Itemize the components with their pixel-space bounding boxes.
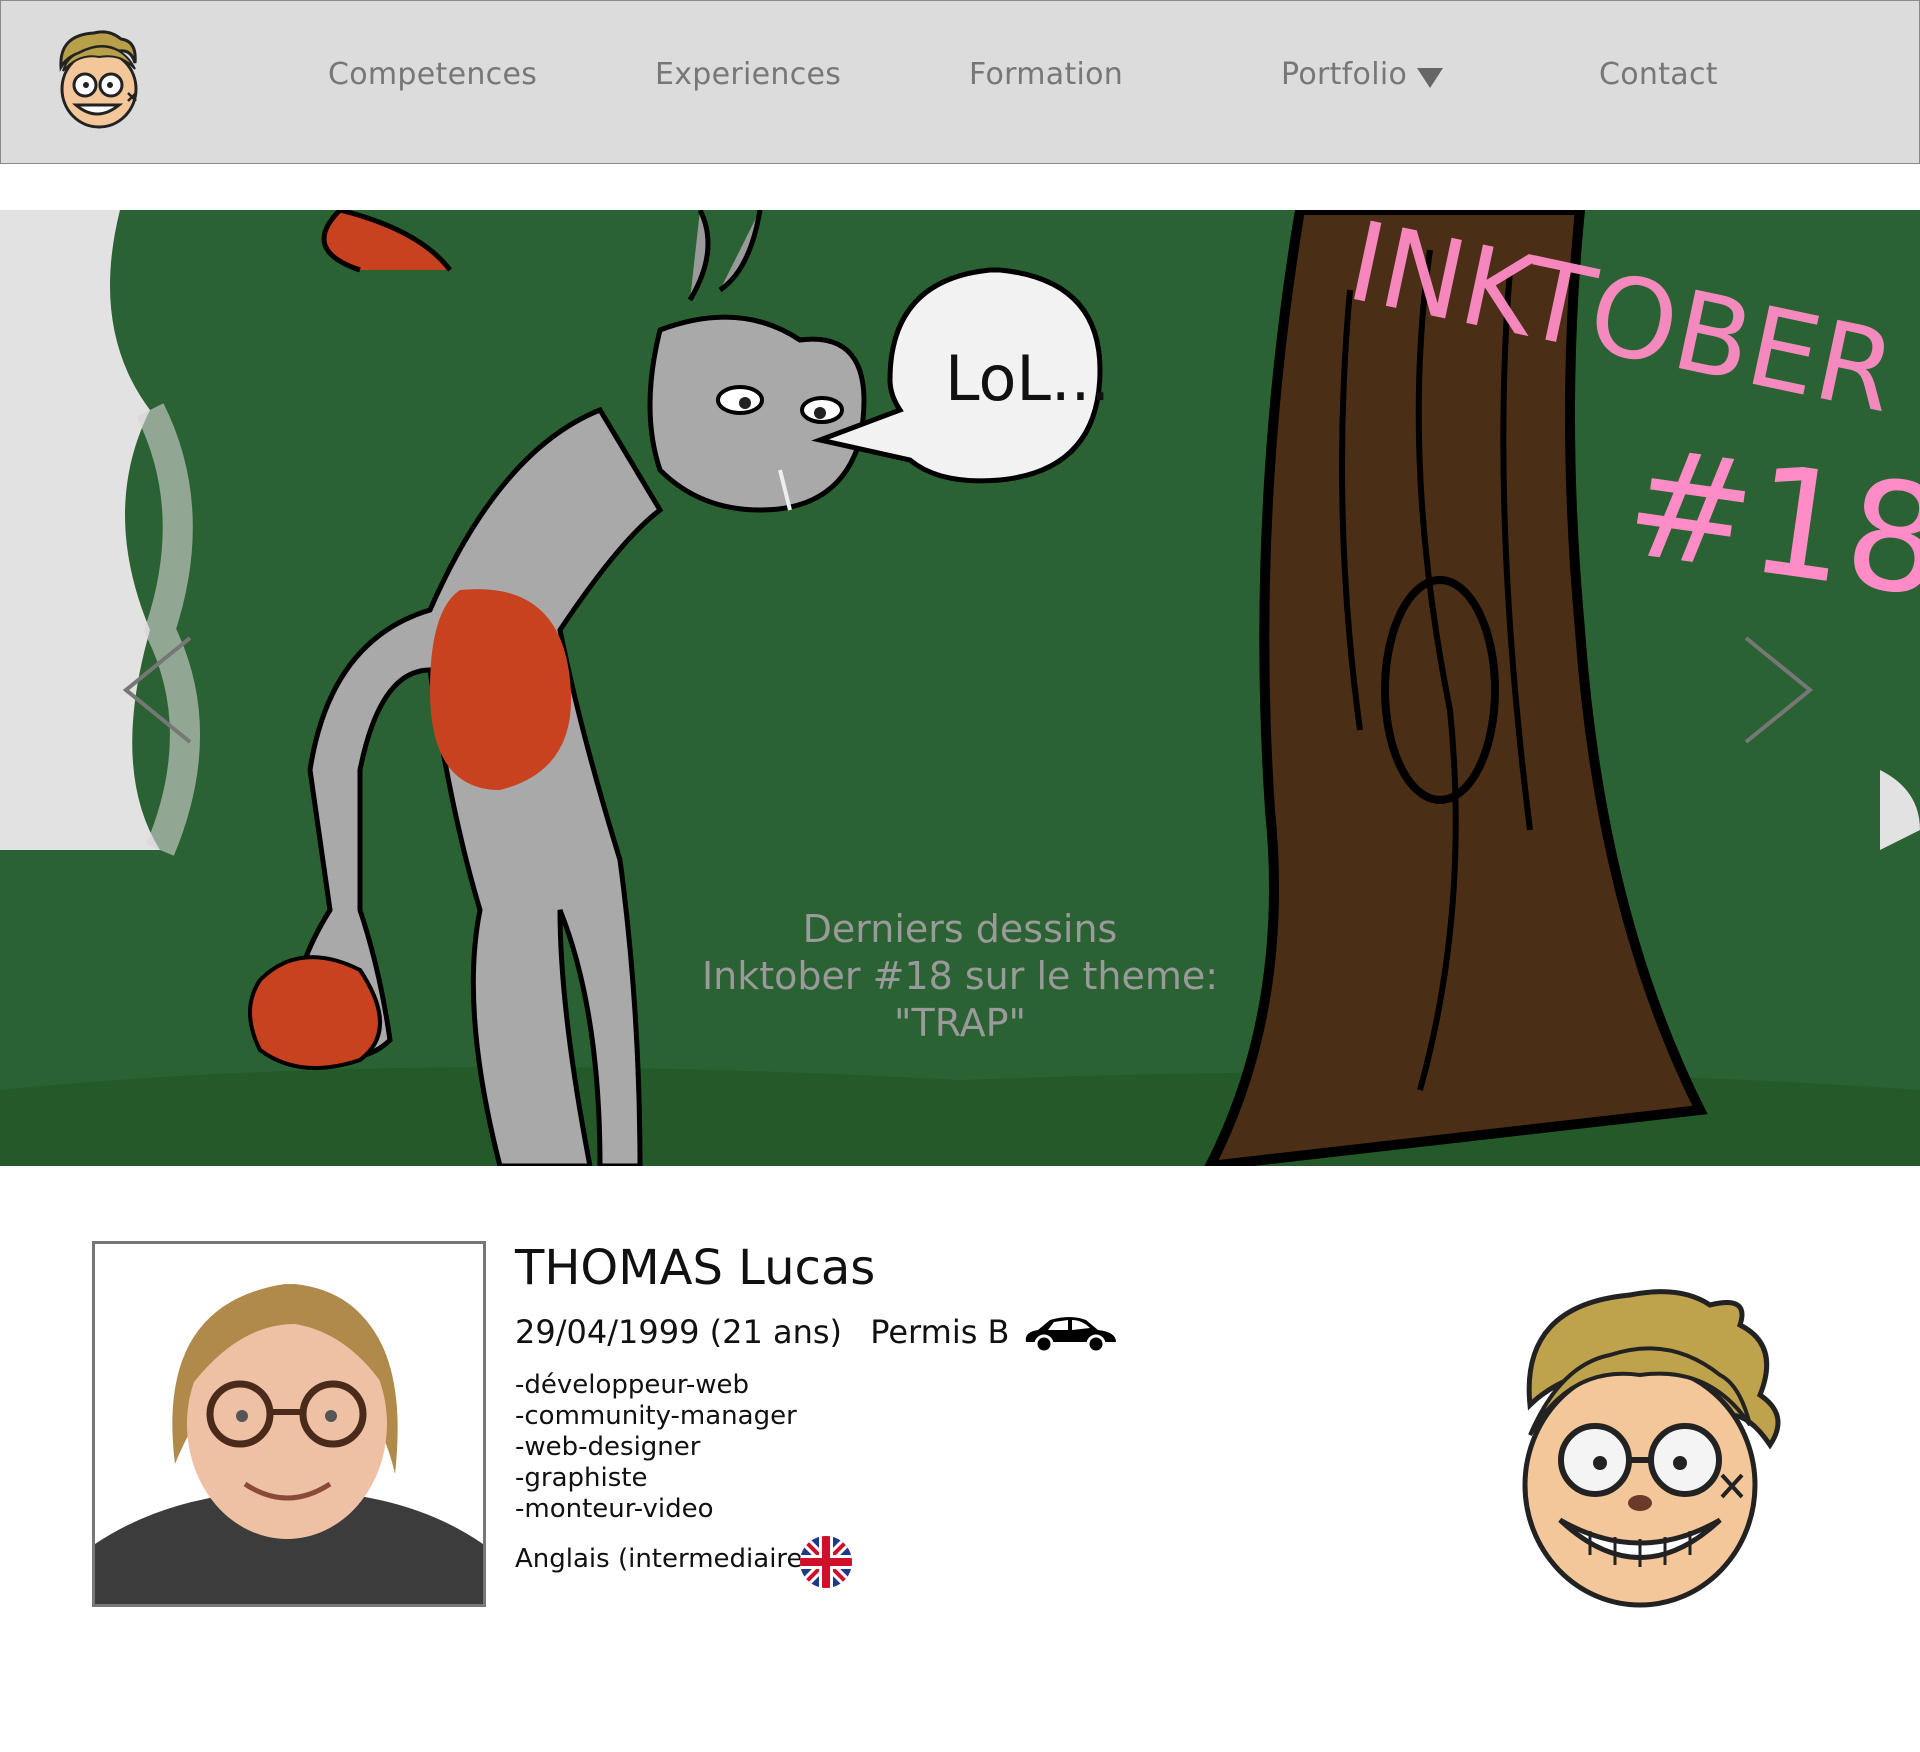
hero-carousel: INKTOBER #18 LoL... Derniers dessins Ink…	[0, 210, 1920, 1166]
role-item: -web-designer	[515, 1432, 701, 1462]
carousel-next-button[interactable]	[1738, 630, 1818, 750]
chevron-right-icon	[1744, 636, 1814, 744]
caption-line-2: Inktober #18 sur le theme:	[701, 954, 1219, 998]
dropdown-caret-icon	[1417, 61, 1444, 96]
uk-flag-icon	[799, 1535, 853, 1593]
profile-language: Anglais (intermediaire)	[515, 1544, 813, 1574]
profile-name: THOMAS Lucas	[515, 1240, 876, 1296]
nav-item-portfolio[interactable]: Portfolio	[1281, 57, 1444, 96]
profile-birthdate: 29/04/1999 (21 ans)	[515, 1313, 843, 1351]
nav-item-contact[interactable]: Contact	[1599, 57, 1718, 92]
top-navbar: Competences Experiences Formation Portfo…	[0, 0, 1920, 164]
carousel-prev-button[interactable]	[118, 630, 198, 750]
carousel-caption: Derniers dessins Inktober #18 sur le the…	[560, 906, 1360, 1047]
car-icon	[1022, 1314, 1118, 1358]
nav-item-experiences[interactable]: Experiences	[655, 57, 841, 92]
role-item: -développeur-web	[515, 1370, 750, 1400]
role-item: -monteur-video	[515, 1494, 714, 1524]
nav-item-portfolio-label: Portfolio	[1281, 57, 1408, 92]
profile-roles-list: -développeur-web -community-manager -web…	[515, 1370, 797, 1525]
speech-bubble-text: LoL...	[945, 342, 1110, 415]
profile-photo	[92, 1241, 486, 1607]
profile-birth-license: 29/04/1999 (21 ans) Permis B	[515, 1313, 1028, 1351]
role-item: -community-manager	[515, 1401, 797, 1431]
cartoon-avatar	[1500, 1285, 1790, 1619]
chevron-left-icon	[122, 636, 192, 744]
caption-line-1: Derniers dessins	[802, 907, 1118, 951]
profile-license: Permis B	[870, 1313, 1010, 1351]
avatar-logo[interactable]	[49, 27, 149, 137]
nav-item-competences[interactable]: Competences	[328, 57, 537, 92]
caption-line-3: "TRAP"	[894, 1001, 1026, 1045]
role-item: -graphiste	[515, 1463, 648, 1493]
nav-item-formation[interactable]: Formation	[969, 57, 1123, 92]
